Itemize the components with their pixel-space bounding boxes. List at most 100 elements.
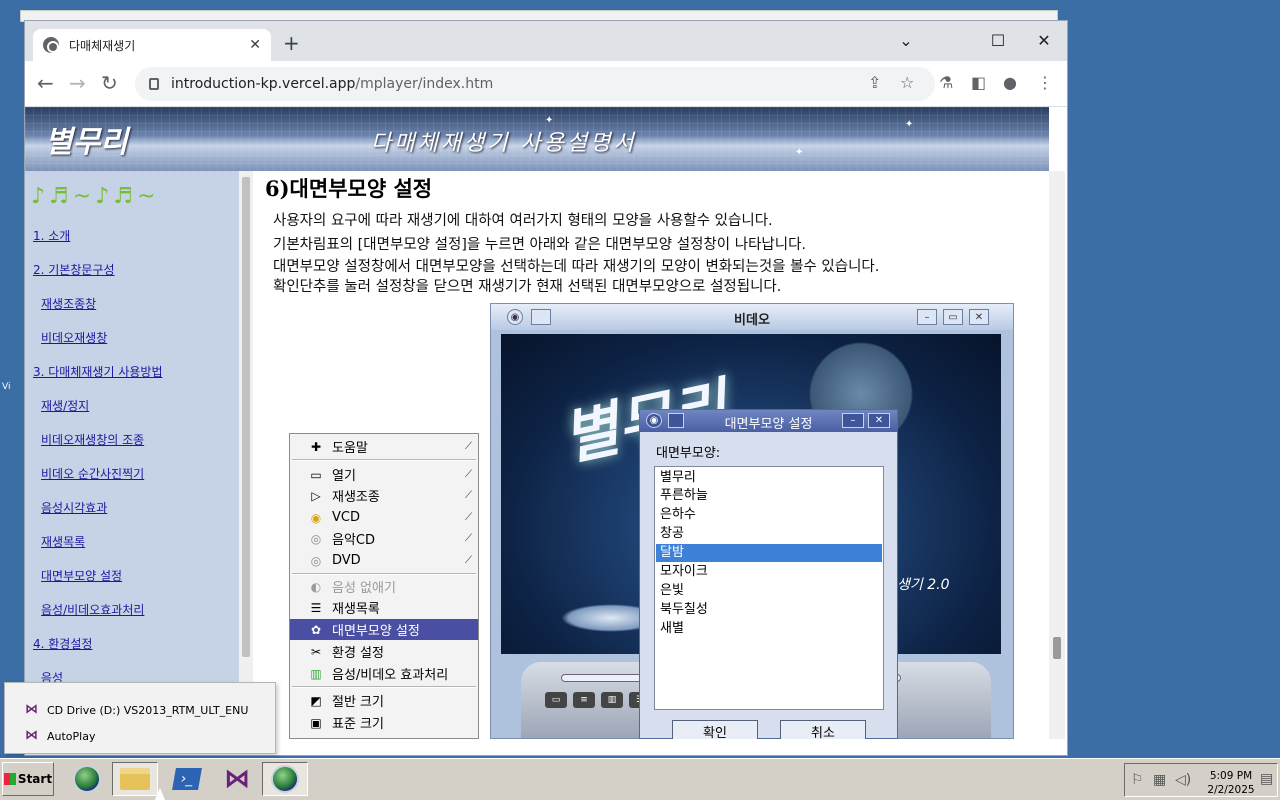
forward-button[interactable]: →: [69, 73, 86, 93]
close-window-button[interactable]: ✕: [1021, 25, 1067, 55]
speaker-icon[interactable]: ◁): [1175, 772, 1191, 788]
list-item-selected: 달밤: [656, 544, 882, 562]
tab-title: 다매체재생기: [69, 38, 136, 53]
url-path: /mplayer/index.htm: [355, 76, 494, 92]
ok-button: 확인: [672, 720, 758, 739]
menu-item-dvd: ◎ DVD ⟋: [290, 550, 478, 571]
tab-strip: 다매체재생기 ✕ + ⌄ ☐ ✕: [25, 21, 1067, 61]
start-button[interactable]: Start: [2, 762, 54, 796]
visual-studio-icon: ⋈: [224, 764, 250, 794]
star-icon: ✦: [545, 115, 554, 126]
sidebar-item-playlist[interactable]: 재생목록: [41, 533, 85, 550]
sidebar-item-video-control[interactable]: 비데오재생창의 조종: [41, 431, 144, 448]
sidebar-item-intro[interactable]: 1. 소개: [33, 227, 70, 244]
taskbar-chrome[interactable]: [262, 762, 308, 796]
menu-item-open: ▭ 열기 ⟋: [290, 464, 478, 485]
list-item: 북두칠성: [660, 602, 708, 617]
minimize-icon: –: [917, 309, 937, 325]
address-bar[interactable]: introduction-kp.vercel.app/mplayer/index…: [135, 67, 935, 101]
paragraph: 대면부모양 설정창에서 대면부모양을 선택하는데 따라 재생기의 모양이 변화되…: [273, 259, 880, 275]
autoplay-jumplist: ⋈ CD Drive (D:) VS2013_RTM_ULT_ENU ⋈ AutoP…: [4, 682, 276, 754]
list-item: 별무리: [660, 470, 696, 485]
sidebar-item-usage[interactable]: 3. 다매체재생기 사용방법: [33, 363, 162, 380]
visual-studio-icon: ⋈: [25, 702, 38, 717]
sidebar-item-snapshot[interactable]: 비데오 순간사진찍기: [41, 465, 144, 482]
bookmark-star-icon[interactable]: ☆: [900, 75, 914, 91]
chevron-down-icon[interactable]: ⌄: [883, 25, 929, 55]
sidebar-item-settings[interactable]: 4. 환경설정: [33, 635, 92, 652]
menu-item-av-effects: ▥ 음성/비데오 효과처리: [290, 663, 478, 684]
browser-toolbar: ← → ↻ introduction-kp.vercel.app/mplayer…: [25, 61, 1067, 107]
page-title: 6)대면부모양 설정: [265, 176, 433, 201]
sidebar-scrollbar[interactable]: [239, 171, 253, 739]
paragraph: 기본차림표의 [대면부모양 설정]을 누르면 아래와 같은 대면부모양 설정창이…: [273, 237, 807, 253]
sidebar-item-video-window[interactable]: 비데오재생창: [41, 329, 107, 346]
powershell-icon: ›_: [172, 768, 202, 790]
list-item: 은빛: [660, 583, 684, 598]
normal-size-icon: ▣: [310, 715, 322, 730]
list-item: 은하수: [660, 507, 696, 522]
maximize-button[interactable]: ☐: [975, 25, 1021, 55]
paragraph: 사용자의 요구에 따라 재생기에 대하여 여러가지 형태의 모양을 사용할수 있…: [273, 213, 773, 229]
list-item: 창공: [660, 526, 684, 541]
player-version-text: 생기 2.0: [897, 577, 950, 593]
skin-listbox: 별무리 푸른하늘 은하수 창공 달밤 모자이크 은빛 북두칠성 새별: [654, 466, 884, 710]
taskbar-powershell[interactable]: ›_: [164, 762, 210, 796]
equalizer-icon: ▥: [601, 692, 623, 708]
music-notes-decoration: ♪♬~♪♬~: [31, 183, 160, 209]
browser-globe-icon: [271, 765, 299, 793]
sidebar-item-basic-layout[interactable]: 2. 기본창문구성: [33, 261, 115, 278]
sidebar-nav: ♪♬~♪♬~ 1. 소개 2. 기본창문구성 재생조종창 비데오재생창 3. 다…: [25, 171, 239, 739]
palette-icon: ✿: [310, 622, 322, 637]
menu-item-music-cd: ◎ 음악CD ⟋: [290, 528, 478, 549]
side-panel-icon[interactable]: ◧: [971, 75, 986, 91]
lock-icon: [149, 78, 159, 90]
clock[interactable]: 5:09 PM 2/2/2025: [1201, 769, 1261, 797]
tools-icon: ✂: [310, 644, 322, 659]
taskbar-internet-explorer[interactable]: [64, 762, 110, 796]
maximize-icon: ▭: [943, 309, 963, 325]
url-host: introduction-kp.vercel.app: [171, 76, 356, 92]
menu-item-vcd: ◉ VCD ⟋: [290, 507, 478, 528]
menu-item-mute: ◐ 음성 없애기: [290, 576, 478, 597]
page-scrollbar[interactable]: [1049, 171, 1065, 739]
close-icon: ✕: [969, 309, 989, 325]
browser-tab[interactable]: 다매체재생기 ✕: [33, 29, 271, 61]
flag-icon[interactable]: ⚐: [1131, 772, 1144, 788]
system-tray: ⚐ ▦ ◁) 5:09 PM 2/2/2025: [1124, 763, 1278, 797]
star-icon: ✦: [795, 147, 804, 158]
list-item: 푸른하늘: [660, 488, 708, 503]
kebab-menu-icon[interactable]: ⋮: [1037, 75, 1053, 91]
back-button[interactable]: ←: [37, 73, 54, 93]
autoplay-item[interactable]: ⋈ AutoPlay: [25, 729, 95, 743]
menu-item-preferences: ✂ 환경 설정: [290, 641, 478, 662]
half-size-icon: ◩: [310, 693, 322, 708]
folder-icon: ▭: [545, 692, 567, 708]
reload-button[interactable]: ↻: [101, 73, 118, 93]
network-icon[interactable]: ▦: [1153, 772, 1166, 788]
sidebar-item-playback-control[interactable]: 재생조종창: [41, 295, 96, 312]
globe-icon: [73, 765, 101, 793]
share-icon[interactable]: ⇪: [868, 75, 881, 91]
extensions-icon[interactable]: ⚗: [939, 75, 953, 91]
taskbar-visual-studio[interactable]: ⋈: [214, 762, 260, 796]
show-desktop-icon[interactable]: ▤: [1260, 771, 1273, 787]
autoplay-cd-drive-item[interactable]: ⋈ CD Drive (D:) VS2013_RTM_ULT_ENU: [25, 703, 248, 717]
browser-window: 다매체재생기 ✕ + ⌄ ☐ ✕ ← → ↻ introduction-kp.v…: [24, 20, 1068, 756]
profile-avatar-icon[interactable]: ●: [1003, 75, 1017, 91]
new-tab-button[interactable]: +: [283, 33, 300, 53]
globe-favicon-icon: [43, 37, 59, 53]
tab-close-icon[interactable]: ✕: [249, 37, 261, 53]
menu-item-help: ✚ 도움말 ⟋: [290, 436, 478, 457]
sidebar-item-play-stop[interactable]: 재생/정지: [41, 397, 89, 414]
menu-item-playback: ▷ 재생조종 ⟋: [290, 485, 478, 506]
help-book-icon: ✚: [310, 439, 322, 454]
sidebar-item-skin-settings[interactable]: 대면부모양 설정: [41, 567, 122, 584]
taskbar-file-explorer[interactable]: [112, 762, 158, 796]
banner-title: 다매체재생기 사용설명서: [371, 131, 637, 156]
paragraph: 확인단추를 눌러 설정창을 닫으면 재생기가 현재 선택된 대면부모양으로 설정…: [273, 279, 782, 295]
sidebar-item-effects[interactable]: 음성/비데오효과처리: [41, 601, 144, 618]
sidebar-item-audio-visual[interactable]: 음성시각효과: [41, 499, 107, 516]
context-menu-illustration: ✚ 도움말 ⟋ ▭ 열기 ⟋ ▷ 재생조종 ⟋ ◉ VCD ⟋ ◎ 음악CD ⟋ ◎ DVD ⟋ ◐ 음성…: [289, 433, 479, 739]
dvd-disc-icon: ◎: [310, 553, 322, 568]
